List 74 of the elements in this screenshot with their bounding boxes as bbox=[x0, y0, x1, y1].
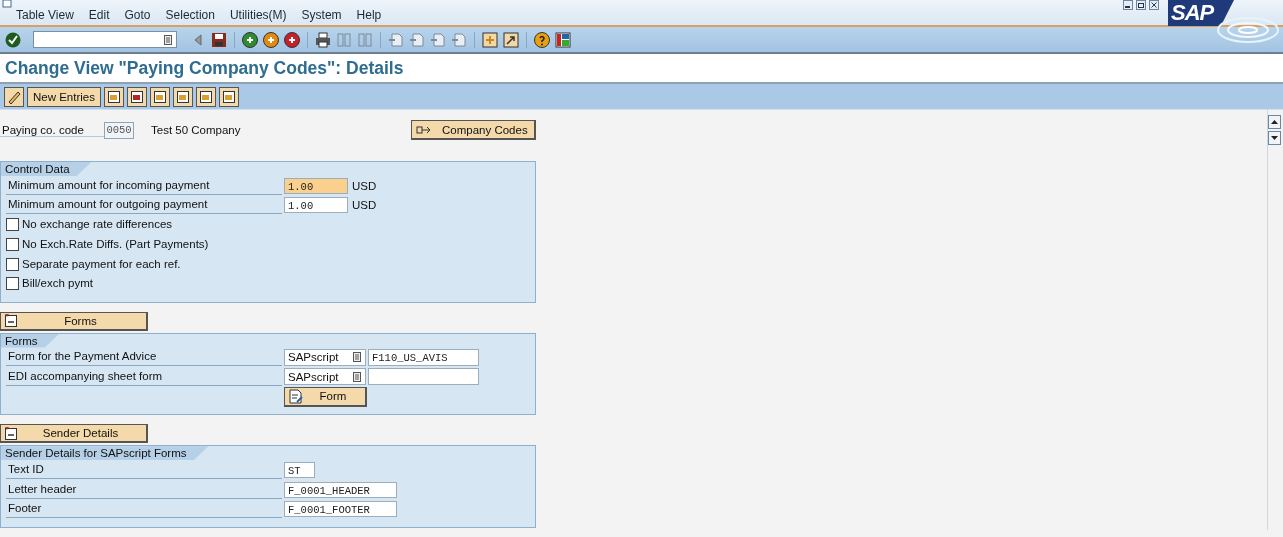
new-session-icon[interactable] bbox=[482, 31, 498, 48]
field-label: Letter header bbox=[6, 480, 282, 499]
checkbox[interactable] bbox=[6, 257, 19, 271]
logo: SAP bbox=[1168, 0, 1234, 26]
print-icon[interactable] bbox=[315, 31, 331, 48]
save-icon[interactable] bbox=[211, 31, 227, 48]
section-toggle-button[interactable]: Sender Details bbox=[0, 424, 148, 444]
menu-item[interactable]: System bbox=[301, 8, 342, 25]
scroll-up-button[interactable] bbox=[1268, 115, 1281, 129]
menu-item[interactable]: Help bbox=[356, 8, 382, 25]
delete-button[interactable] bbox=[127, 86, 147, 107]
currency-unit: USD bbox=[352, 199, 377, 212]
section-title: Forms bbox=[1, 333, 60, 348]
menu-item[interactable]: Goto bbox=[124, 8, 151, 25]
checkbox[interactable] bbox=[6, 218, 19, 232]
enter-icon[interactable] bbox=[5, 31, 21, 48]
command-field[interactable] bbox=[33, 31, 177, 48]
field-label: Text ID bbox=[6, 461, 282, 480]
currency-unit: USD bbox=[352, 179, 377, 192]
form-button[interactable]: Form bbox=[284, 386, 367, 407]
dropdown-icon[interactable] bbox=[353, 352, 361, 363]
field-label: Form for the Payment Advice bbox=[6, 348, 282, 367]
field-label: Minimum amount for outgoing payment bbox=[6, 196, 282, 215]
field-label: Minimum amount for incoming payment bbox=[6, 176, 282, 195]
arrow-icon bbox=[416, 123, 432, 136]
field-label: Footer bbox=[6, 500, 282, 519]
checkbox-label: No Exch.Rate Diffs. (Part Payments) bbox=[22, 237, 209, 253]
amount-field[interactable]: 1.00 bbox=[284, 197, 348, 214]
minimize-icon[interactable] bbox=[1123, 0, 1133, 10]
checkbox[interactable] bbox=[6, 238, 19, 252]
change-display-button[interactable] bbox=[4, 86, 24, 107]
previous-entry-button[interactable] bbox=[173, 86, 193, 107]
scroll-down-button[interactable] bbox=[1268, 131, 1281, 145]
section-title: Sender Details for SAPscript Forms bbox=[1, 446, 209, 461]
collapse-icon bbox=[4, 426, 18, 440]
company-code-field[interactable]: 0050 bbox=[104, 121, 134, 139]
undo-button[interactable] bbox=[150, 86, 170, 107]
form-name-field[interactable] bbox=[368, 368, 479, 386]
next-entry-button[interactable] bbox=[196, 86, 216, 107]
section-toggle-button[interactable]: Forms bbox=[0, 311, 148, 331]
text-field[interactable]: ST bbox=[284, 462, 315, 479]
select-button[interactable] bbox=[219, 86, 239, 107]
vertical-scrollbar[interactable] bbox=[1267, 110, 1283, 530]
copy-button[interactable] bbox=[104, 86, 124, 107]
menu-item[interactable]: Utilities(M) bbox=[229, 8, 287, 25]
company-codes-button[interactable]: Company Codes bbox=[411, 120, 536, 140]
help-icon[interactable] bbox=[534, 31, 550, 48]
checkbox[interactable] bbox=[6, 277, 19, 291]
checkbox-label: No exchange rate differences bbox=[22, 217, 173, 233]
menu-item[interactable]: Table View bbox=[16, 8, 74, 25]
form-name-field[interactable]: F110_US_AVIS bbox=[368, 348, 479, 366]
screen-title: Change View "Paying Company Codes": Details bbox=[4, 57, 404, 79]
shortcut-icon[interactable] bbox=[503, 31, 519, 48]
form-type-dropdown[interactable]: SAPscript bbox=[284, 348, 366, 366]
close-icon[interactable] bbox=[1149, 0, 1159, 10]
restore-icon[interactable] bbox=[1136, 0, 1146, 10]
field-label: EDI accompanying sheet form bbox=[6, 367, 282, 386]
menu-item[interactable]: Edit bbox=[88, 8, 110, 25]
edit-document-icon bbox=[288, 388, 304, 404]
text-field[interactable]: F_0001_FOOTER bbox=[284, 501, 397, 518]
company-name: Test 50 Company bbox=[151, 124, 241, 136]
text-field[interactable]: F_0001_HEADER bbox=[284, 481, 397, 498]
checkbox-label: Bill/exch pymt bbox=[22, 276, 93, 292]
checkbox-label: Separate payment for each ref. bbox=[22, 256, 181, 272]
section-title: Control Data bbox=[1, 162, 92, 176]
new-entries-button[interactable]: New Entries bbox=[27, 86, 101, 107]
collapse-icon bbox=[4, 314, 18, 328]
layout-icon[interactable] bbox=[555, 31, 571, 48]
window-icon bbox=[2, 0, 14, 8]
amount-field[interactable]: 1.00 bbox=[284, 177, 348, 194]
history-icon[interactable] bbox=[164, 34, 172, 45]
dropdown-icon[interactable] bbox=[353, 371, 361, 382]
menu-item[interactable]: Selection bbox=[165, 8, 215, 25]
form-type-dropdown[interactable]: SAPscript bbox=[284, 368, 366, 386]
